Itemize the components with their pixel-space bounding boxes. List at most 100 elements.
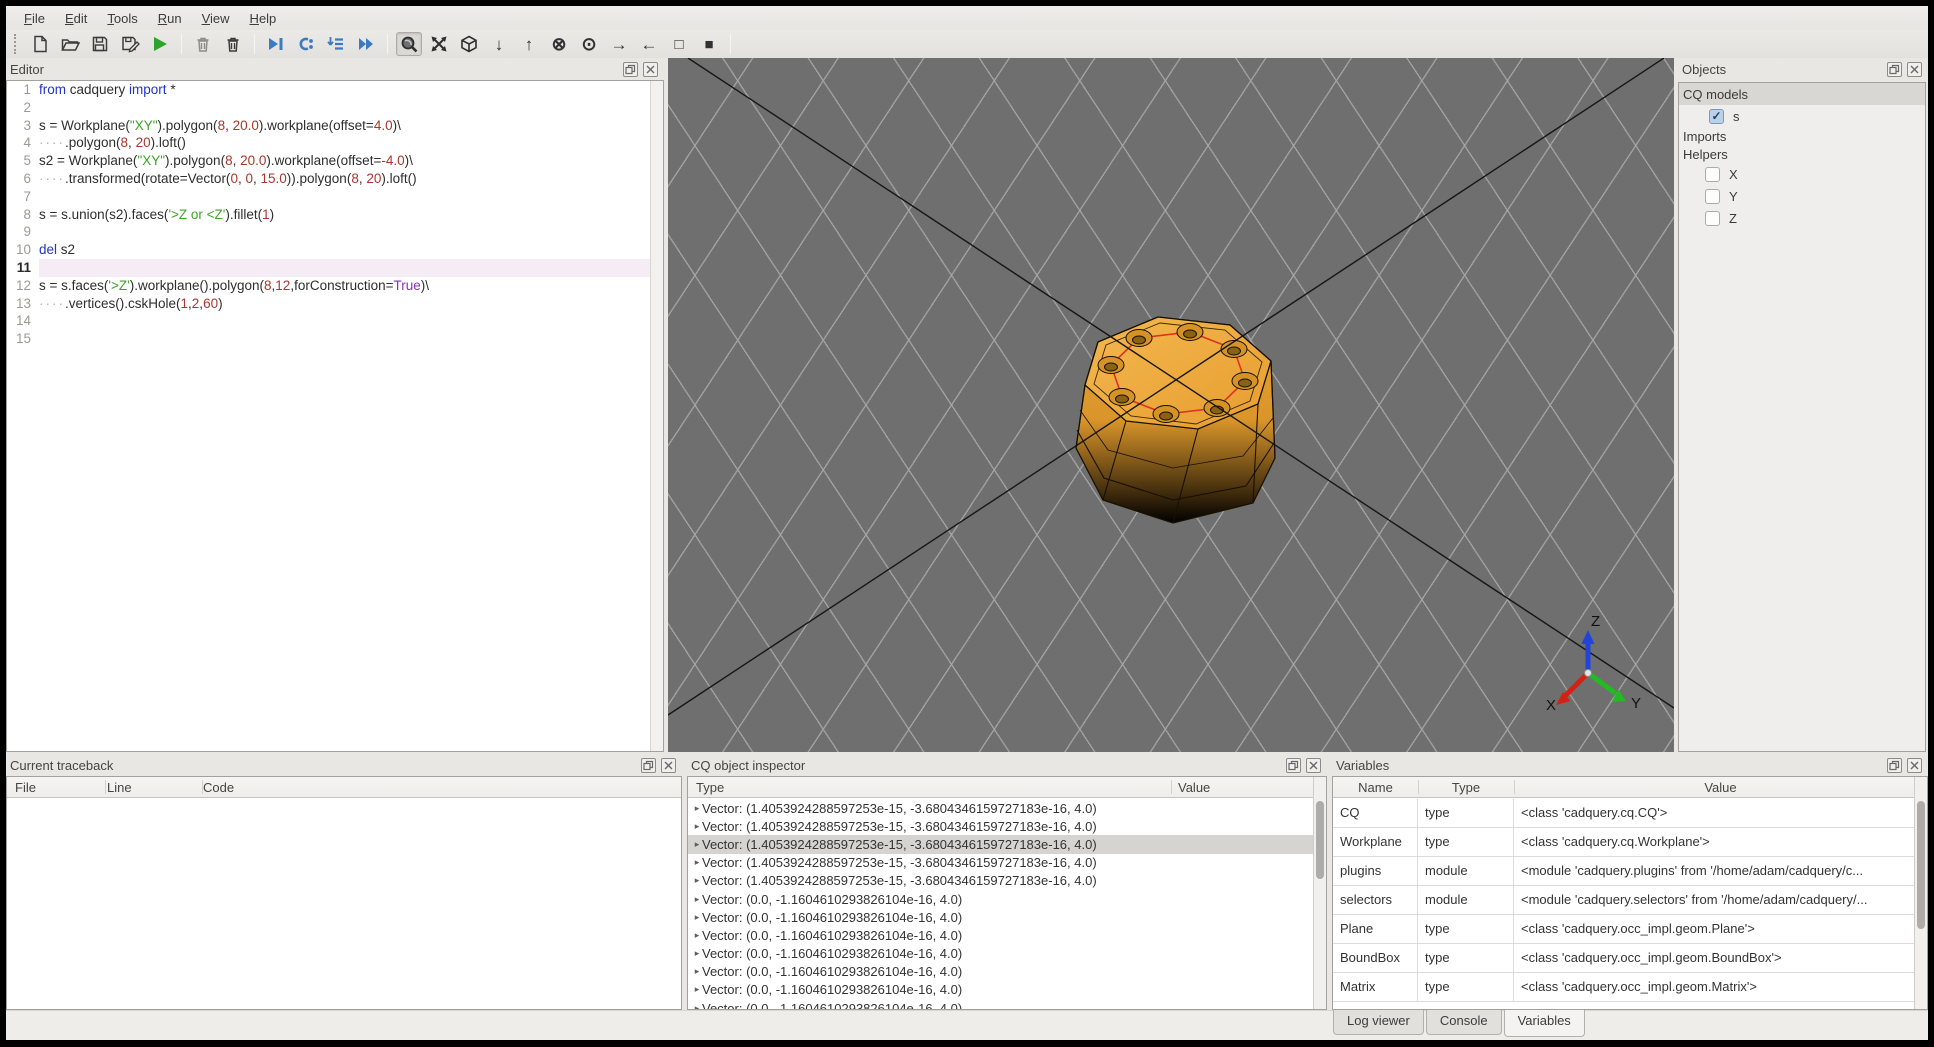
editor-line[interactable]: 2 bbox=[7, 99, 663, 117]
inspector-row[interactable]: ▸ Vector: (1.4053924288597253e-15, -3.680… bbox=[688, 799, 1313, 817]
inspector-row[interactable]: ▸ Vector: (0.0, -1.1604610293826104e-16, … bbox=[688, 945, 1313, 963]
expander-icon[interactable]: ▸ bbox=[688, 821, 702, 832]
expander-icon[interactable]: ▸ bbox=[688, 839, 702, 850]
checkbox[interactable] bbox=[1705, 210, 1720, 226]
wireframe-button[interactable]: □ bbox=[666, 32, 692, 56]
delete-button[interactable] bbox=[220, 32, 246, 56]
render-button[interactable] bbox=[147, 32, 173, 56]
inspector-row[interactable]: ▸ Vector: (1.4053924288597253e-15, -3.680… bbox=[688, 835, 1313, 854]
editor-line[interactable]: 12 s = s.faces('>Z').workplane().polygon(… bbox=[7, 277, 663, 295]
close-panel-button[interactable] bbox=[1907, 61, 1922, 77]
tree-item-helpers[interactable]: Helpers bbox=[1679, 145, 1925, 163]
expander-icon[interactable]: ▸ bbox=[688, 803, 702, 814]
inspector-row[interactable]: ▸ Vector: (0.0, -1.1604610293826104e-16, … bbox=[688, 999, 1313, 1009]
tree-item-y[interactable]: Y bbox=[1679, 185, 1925, 207]
tree-item-s[interactable]: ✓ s bbox=[1679, 105, 1925, 127]
front-view-button[interactable]: ⊗ bbox=[546, 32, 572, 56]
bottom-view-button[interactable]: ↑ bbox=[516, 32, 542, 56]
tab-log-viewer[interactable]: Log viewer bbox=[1333, 1010, 1424, 1035]
tab-variables[interactable]: Variables bbox=[1503, 1010, 1585, 1037]
float-panel-button[interactable] bbox=[1887, 757, 1902, 773]
expander-icon[interactable]: ▸ bbox=[688, 930, 702, 941]
tree-item-z[interactable]: Z bbox=[1679, 207, 1925, 229]
close-panel-button[interactable] bbox=[1306, 757, 1321, 773]
step-into-button[interactable] bbox=[323, 32, 349, 56]
expander-icon[interactable]: ▸ bbox=[688, 912, 702, 923]
tree-item-cq-models[interactable]: CQ models bbox=[1679, 83, 1925, 105]
editor-scrollbar[interactable] bbox=[650, 81, 663, 751]
right-view-button[interactable]: ← bbox=[636, 32, 662, 56]
inspector-row[interactable]: ▸ Vector: (0.0, -1.1604610293826104e-16, … bbox=[688, 908, 1313, 926]
step-button[interactable] bbox=[293, 32, 319, 56]
clear-button[interactable] bbox=[190, 32, 216, 56]
cad-model[interactable] bbox=[1075, 316, 1276, 524]
variable-row[interactable]: plugins module <module 'cadquery.plugins' … bbox=[1333, 857, 1914, 886]
expander-icon[interactable]: ▸ bbox=[688, 894, 702, 905]
inspect-toggle-button[interactable] bbox=[396, 32, 422, 56]
menu-tools[interactable]: Tools bbox=[97, 8, 147, 29]
editor-line[interactable]: 1 from cadquery import * bbox=[7, 81, 663, 99]
menu-run[interactable]: Run bbox=[148, 8, 192, 29]
close-panel-button[interactable] bbox=[661, 757, 676, 773]
editor-line[interactable]: 8 s = s.union(s2).faces('>Z or <Z').fille… bbox=[7, 206, 663, 224]
float-panel-button[interactable] bbox=[1286, 757, 1301, 773]
menu-view[interactable]: View bbox=[192, 8, 240, 29]
editor-line[interactable]: 4 ····.polygon(8, 20).loft() bbox=[7, 134, 663, 152]
checkbox[interactable]: ✓ bbox=[1709, 108, 1724, 124]
inspector-row[interactable]: ▸ Vector: (0.0, -1.1604610293826104e-16, … bbox=[688, 981, 1313, 999]
expander-icon[interactable]: ▸ bbox=[688, 875, 702, 886]
editor-line[interactable]: 11 bbox=[7, 258, 663, 277]
variable-row[interactable]: Matrix type <class 'cadquery.occ_impl.geom… bbox=[1333, 973, 1914, 1002]
save-as-button[interactable] bbox=[117, 32, 143, 56]
inspector-row[interactable]: ▸ Vector: (1.4053924288597253e-15, -3.680… bbox=[688, 872, 1313, 890]
expander-icon[interactable]: ▸ bbox=[688, 966, 702, 977]
save-button[interactable] bbox=[87, 32, 113, 56]
tab-console[interactable]: Console bbox=[1425, 1010, 1502, 1035]
open-file-button[interactable] bbox=[57, 32, 83, 56]
inspector-row[interactable]: ▸ Vector: (1.4053924288597253e-15, -3.680… bbox=[688, 854, 1313, 872]
variable-row[interactable]: Workplane type <class 'cadquery.cq.Workpla… bbox=[1333, 828, 1914, 857]
inspector-row[interactable]: ▸ Vector: (0.0, -1.1604610293826104e-16, … bbox=[688, 890, 1313, 908]
iso-view-button[interactable] bbox=[456, 32, 482, 56]
variable-row[interactable]: BoundBox type <class 'cadquery.occ_impl.ge… bbox=[1333, 944, 1914, 973]
back-view-button[interactable]: ⊙ bbox=[576, 32, 602, 56]
menu-help[interactable]: Help bbox=[240, 8, 287, 29]
menu-edit[interactable]: Edit bbox=[55, 8, 97, 29]
editor-line[interactable]: 10 del s2 bbox=[7, 241, 663, 259]
editor-line[interactable]: 13 ····.vertices().cskHole(1,2,60) bbox=[7, 295, 663, 313]
close-panel-button[interactable] bbox=[1907, 757, 1922, 773]
top-view-button[interactable]: ↓ bbox=[486, 32, 512, 56]
debug-button[interactable] bbox=[263, 32, 289, 56]
expander-icon[interactable]: ▸ bbox=[688, 1003, 702, 1009]
variable-row[interactable]: CQ type <class 'cadquery.cq.CQ'> bbox=[1333, 799, 1914, 828]
expander-icon[interactable]: ▸ bbox=[688, 948, 702, 959]
editor-line[interactable]: 7 bbox=[7, 188, 663, 206]
left-view-button[interactable]: → bbox=[606, 32, 632, 56]
variables-scrollbar[interactable] bbox=[1914, 777, 1927, 1009]
checkbox[interactable] bbox=[1705, 188, 1720, 204]
inspector-row[interactable]: ▸ Vector: (0.0, -1.1604610293826104e-16, … bbox=[688, 926, 1313, 944]
fit-view-button[interactable] bbox=[426, 32, 452, 56]
editor-line[interactable]: 9 bbox=[7, 223, 663, 241]
float-panel-button[interactable] bbox=[1887, 61, 1902, 77]
expander-icon[interactable]: ▸ bbox=[688, 984, 702, 995]
code-editor[interactable]: 1 from cadquery import * 2 3 s = Workplane("… bbox=[6, 80, 664, 752]
expander-icon[interactable]: ▸ bbox=[688, 857, 702, 868]
variable-row[interactable]: Plane type <class 'cadquery.occ_impl.geom.… bbox=[1333, 915, 1914, 944]
tree-item-imports[interactable]: Imports bbox=[1679, 127, 1925, 145]
inspector-scrollbar[interactable] bbox=[1313, 777, 1326, 1009]
objects-tree[interactable]: CQ models ✓ s Imports Helpers X Y Z bbox=[1678, 82, 1926, 752]
toolbar-drag-handle[interactable] bbox=[14, 34, 19, 54]
checkbox[interactable] bbox=[1705, 166, 1720, 182]
editor-line[interactable]: 14 bbox=[7, 312, 663, 330]
continue-button[interactable] bbox=[353, 32, 379, 56]
close-panel-button[interactable] bbox=[643, 61, 658, 77]
editor-line[interactable]: 15 bbox=[7, 330, 663, 348]
float-panel-button[interactable] bbox=[623, 61, 638, 77]
editor-line[interactable]: 5 s2 = Workplane("XY").polygon(8, 20.0).w… bbox=[7, 152, 663, 170]
menu-file[interactable]: File bbox=[14, 8, 55, 29]
float-panel-button[interactable] bbox=[641, 757, 656, 773]
variable-row[interactable]: selectors module <module 'cadquery.selecto… bbox=[1333, 886, 1914, 915]
shaded-button[interactable]: ■ bbox=[696, 32, 722, 56]
editor-line[interactable]: 6 ····.transformed(rotate=Vector(0, 0, 15… bbox=[7, 170, 663, 188]
